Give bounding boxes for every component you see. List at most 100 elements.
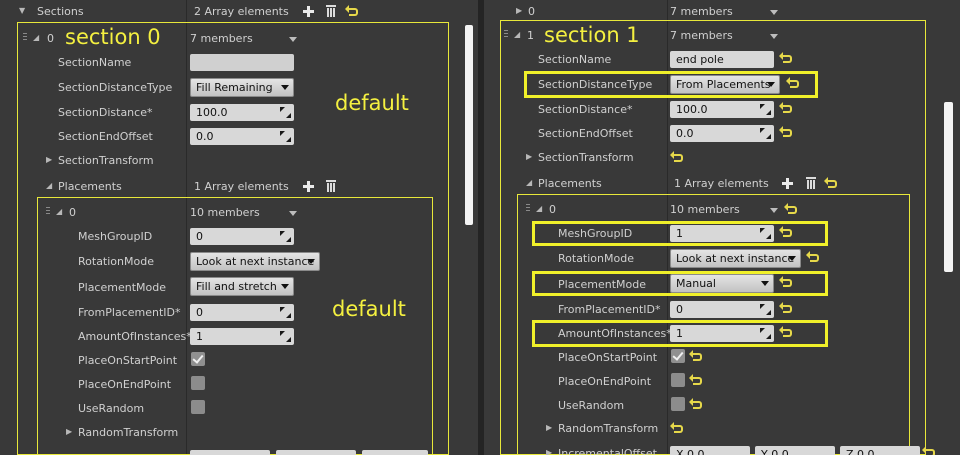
amount-of-instances-input[interactable]: 1 [190,328,294,345]
right-details-panel: ▶ 0 7 members ◢ 1 section 1 7 members Se… [484,0,960,455]
reset-icon[interactable] [779,52,792,63]
section-members: 7 members [190,32,253,45]
select-value: Look at next instance [196,255,315,268]
partial-field[interactable] [362,450,428,455]
place-on-start-point-checkbox[interactable] [191,352,205,366]
expand-arrow-icon[interactable]: ▶ [516,6,522,15]
delete-icon[interactable] [326,180,336,192]
amount-of-instances-input[interactable]: 1 [670,325,774,342]
reset-icon[interactable] [806,251,819,262]
section-name-input[interactable] [190,54,294,71]
members-dropdown-icon[interactable] [289,211,297,216]
place-on-end-point-checkbox[interactable] [671,373,685,387]
expand-arrow-icon[interactable]: ▶ [546,448,552,455]
expand-arrow-icon[interactable]: ▶ [66,427,72,436]
placements-label: Placements [58,180,122,193]
use-random-checkbox[interactable] [671,397,685,411]
offset-y-input[interactable]: Y 0.0 [755,446,835,455]
section-end-offset-input[interactable]: 0.0 [190,128,294,145]
add-element-icon[interactable] [303,6,314,17]
rotation-mode-select[interactable]: Look at next instance [670,249,801,268]
section-distance-label: SectionDistance* [538,103,632,116]
offset-x-input[interactable]: X 0.0 [670,446,750,455]
drag-handle-icon[interactable] [46,207,50,216]
section-distance-input[interactable]: 100.0 [190,104,294,121]
place-on-end-point-checkbox[interactable] [191,376,205,390]
expand-arrow-icon[interactable]: ◢ [56,207,62,216]
reset-icon[interactable] [824,177,837,188]
input-value: 100.0 [196,106,228,119]
section-distance-type-select[interactable]: Fill Remaining [190,78,294,97]
reset-icon[interactable] [689,350,702,361]
drag-handle-icon[interactable] [526,204,530,213]
scrollbar-thumb[interactable] [944,102,953,272]
reset-icon[interactable] [689,398,702,409]
reset-icon[interactable] [670,151,683,162]
expand-arrow-icon[interactable]: ◢ [33,33,39,42]
partial-field[interactable] [276,450,356,455]
expand-arrow-icon[interactable]: ◢ [514,30,520,39]
from-placement-id-input[interactable]: 0 [190,304,294,321]
placement-mode-select[interactable]: Fill and stretch [190,277,294,296]
place-on-start-point-checkbox[interactable] [671,349,685,363]
placement-index: 0 [549,203,556,216]
section-end-offset-input[interactable]: 0.0 [670,125,774,142]
reset-icon[interactable] [779,326,792,337]
resize-icon [760,128,771,139]
reset-icon[interactable] [922,446,935,455]
from-placement-id-input[interactable]: 0 [670,301,774,318]
rotation-mode-select[interactable]: Look at next instance [190,252,320,271]
collapse-arrow-icon[interactable]: ◢ [46,181,52,190]
reset-icon[interactable] [689,374,702,385]
label-text: FromPlacementID [558,303,655,316]
random-transform-label: RandomTransform [78,426,179,439]
input-value: 0 [196,306,203,319]
mesh-group-id-input[interactable]: 0 [190,228,294,245]
collapse-arrow-icon[interactable]: ▼ [19,6,25,15]
expand-arrow-icon[interactable]: ▶ [46,155,52,164]
members-dropdown-icon[interactable] [770,10,778,15]
delete-icon[interactable] [326,5,336,17]
sections-label: Sections [37,5,84,18]
delete-icon[interactable] [806,177,816,189]
placement-mode-select[interactable]: Manual [670,274,774,293]
reset-icon[interactable] [779,102,792,113]
chevron-down-icon [767,82,775,87]
scrollbar-thumb[interactable] [465,25,473,225]
members-dropdown-icon[interactable] [289,37,297,42]
reset-icon[interactable] [779,276,792,287]
section-distance-type-select[interactable]: From Placements [670,75,780,94]
add-element-icon[interactable] [782,178,793,189]
members-dropdown-icon[interactable] [770,208,778,213]
partial-field[interactable] [190,450,270,455]
drag-handle-icon[interactable] [504,30,508,39]
use-random-label: UseRandom [558,399,625,412]
collapse-arrow-icon[interactable]: ◢ [526,178,532,187]
drag-handle-icon[interactable] [23,33,27,42]
reset-icon[interactable] [779,126,792,137]
reset-icon[interactable] [345,5,358,16]
mesh-group-id-input[interactable]: 1 [670,225,774,242]
input-value: 0 [196,230,203,243]
expand-arrow-icon[interactable]: ▶ [546,423,552,432]
use-random-checkbox[interactable] [191,400,205,414]
reset-icon[interactable] [786,77,799,88]
reset-icon[interactable] [670,422,683,433]
add-element-icon[interactable] [303,181,314,192]
placement-members: 10 members [190,206,260,219]
section-members: 7 members [670,29,733,42]
select-value: Fill Remaining [196,81,273,94]
input-value: 100.0 [676,103,708,116]
select-value: Fill and stretch [196,280,277,293]
reset-icon[interactable] [784,203,797,214]
section-name-input[interactable]: end pole [670,51,774,68]
expand-arrow-icon[interactable]: ◢ [536,204,542,213]
members-dropdown-icon[interactable] [770,34,778,39]
mesh-group-id-label: MeshGroupID [78,230,153,243]
expand-arrow-icon[interactable]: ▶ [526,152,532,161]
offset-z-input[interactable]: Z 0.0 [840,446,920,455]
section-distance-input[interactable]: 100.0 [670,101,774,118]
place-on-end-point-label: PlaceOnEndPoint [78,378,172,391]
reset-icon[interactable] [779,226,792,237]
reset-icon[interactable] [779,302,792,313]
